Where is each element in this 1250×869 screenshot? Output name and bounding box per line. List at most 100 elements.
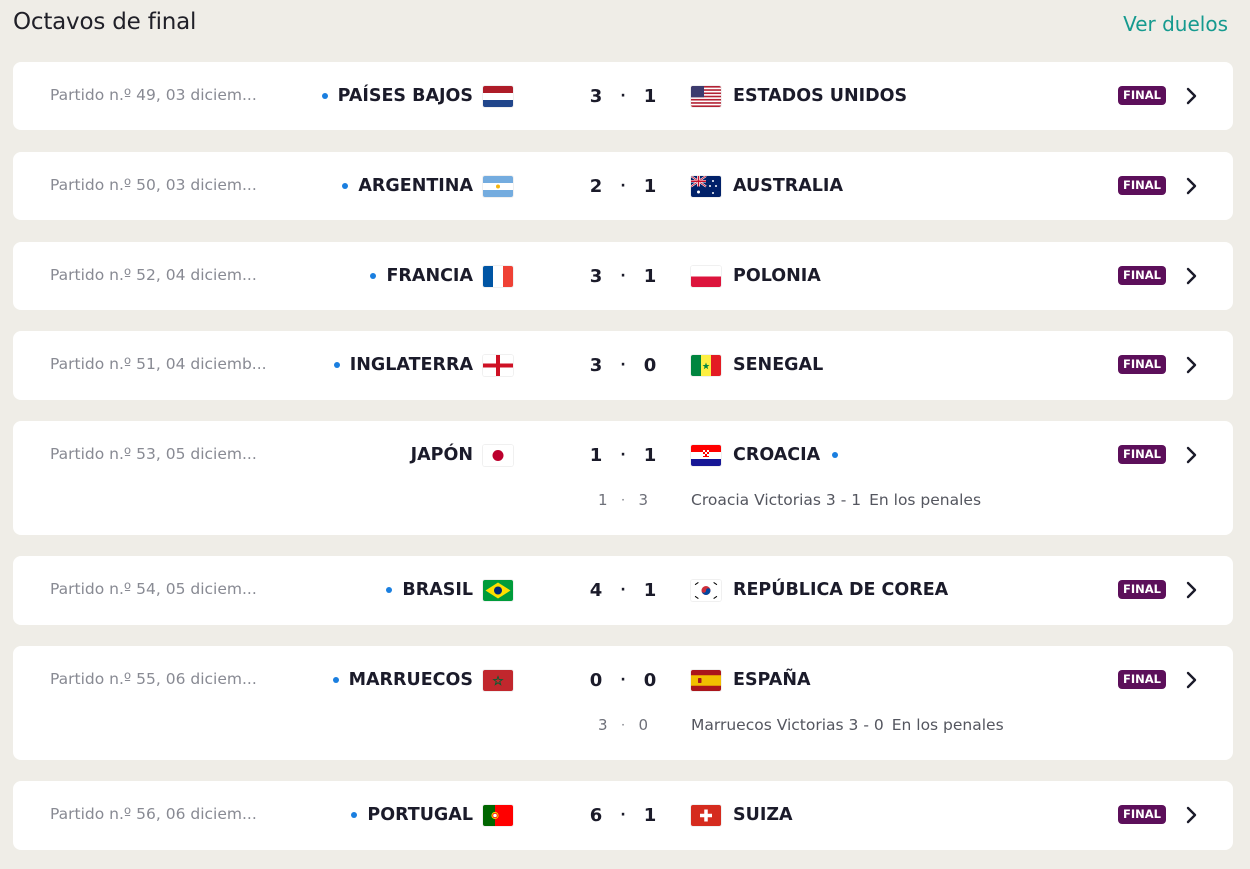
- match-row: Partido n.º 54, 05 diciem... BRASIL 4 · …: [13, 556, 1233, 624]
- spain-flag-icon: [691, 669, 721, 691]
- away-team: SUIZA: [691, 803, 793, 827]
- home-score: 1: [589, 444, 603, 466]
- match-row: Partido n.º 51, 04 diciemb... INGLATERRA…: [13, 331, 1233, 399]
- home-team-name: PORTUGAL: [367, 805, 473, 825]
- away-team: ESTADOS UNIDOS: [691, 84, 907, 108]
- chevron-right-icon[interactable]: [1179, 84, 1203, 108]
- away-team-name: AUSTRALIA: [733, 176, 843, 196]
- chevron-right-icon[interactable]: [1179, 353, 1203, 377]
- winner-dot-icon: [342, 183, 349, 189]
- winner-dot-icon: [333, 362, 340, 368]
- score-separator: ·: [620, 807, 626, 823]
- score-separator: ·: [620, 88, 626, 104]
- korea-flag-icon: [691, 579, 721, 601]
- score-separator: ·: [620, 672, 626, 688]
- home-team: PAÍSES BAJOS: [321, 84, 513, 108]
- match-row: Partido n.º 53, 05 diciem... JAPÓN 1 · 1…: [13, 421, 1233, 509]
- match-card[interactable]: Partido n.º 52, 04 diciem... FRANCIA 3 ·…: [13, 242, 1233, 310]
- match-card[interactable]: Partido n.º 51, 04 diciemb... INGLATERRA…: [13, 331, 1233, 400]
- see-matchups-link[interactable]: Ver duelos: [1123, 12, 1228, 36]
- away-score: 1: [643, 444, 657, 466]
- switzerland-flag-icon: [691, 804, 721, 826]
- match-info: Partido n.º 54, 05 diciem...: [50, 580, 257, 598]
- home-team-name: INGLATERRA: [349, 355, 473, 375]
- section-header: Octavos de final Ver duelos: [0, 0, 1250, 50]
- penalty-note: En los penales: [869, 491, 982, 509]
- score: 2 · 1: [588, 174, 658, 198]
- home-team-name: MARRUECOS: [348, 670, 473, 690]
- score-separator: ·: [620, 268, 626, 284]
- match-info: Partido n.º 53, 05 diciem...: [50, 445, 257, 463]
- away-team-name: REPÚBLICA DE COREA: [733, 580, 949, 600]
- away-team-name: ESPAÑA: [733, 670, 811, 690]
- away-team: POLONIA: [691, 264, 821, 288]
- score: 3 · 1: [588, 264, 658, 288]
- away-team: CROACIA: [691, 443, 839, 467]
- status-badge: FINAL: [1118, 670, 1166, 689]
- match-row: Partido n.º 49, 03 diciem... PAÍSES BAJO…: [13, 62, 1233, 130]
- home-score: 6: [589, 804, 603, 826]
- match-info: Partido n.º 50, 03 diciem...: [50, 176, 257, 194]
- match-card[interactable]: Partido n.º 56, 06 diciem... PORTUGAL 6 …: [13, 781, 1233, 850]
- match-card[interactable]: Partido n.º 53, 05 diciem... JAPÓN 1 · 1…: [13, 421, 1233, 535]
- home-score: 0: [589, 669, 603, 691]
- away-team: AUSTRALIA: [691, 174, 843, 198]
- home-team: FRANCIA: [370, 264, 513, 288]
- score-separator: ·: [620, 447, 626, 463]
- away-team-name: SENEGAL: [733, 355, 824, 375]
- penalty-result-text: Croacia Victorias 3 - 1: [691, 491, 862, 509]
- home-team-name: BRASIL: [402, 580, 473, 600]
- winner-dot-icon: [832, 452, 839, 458]
- home-score: 3: [589, 85, 603, 107]
- match-info: Partido n.º 49, 03 diciem...: [50, 86, 257, 104]
- score: 6 · 1: [588, 803, 658, 827]
- senegal-flag-icon: [691, 354, 721, 376]
- match-row: Partido n.º 55, 06 diciem... MARRUECOS 0…: [13, 646, 1233, 734]
- status-badge: FINAL: [1118, 355, 1166, 374]
- winner-dot-icon: [332, 677, 339, 683]
- penalty-score: 1 · 3: [598, 489, 648, 511]
- match-info: Partido n.º 56, 06 diciem...: [50, 805, 257, 823]
- match-card[interactable]: Partido n.º 49, 03 diciem... PAÍSES BAJO…: [13, 62, 1233, 130]
- chevron-right-icon[interactable]: [1179, 264, 1203, 288]
- match-card[interactable]: Partido n.º 54, 05 diciem... BRASIL 4 · …: [13, 556, 1233, 625]
- home-team-name: PAÍSES BAJOS: [337, 86, 473, 106]
- home-team-name: FRANCIA: [386, 266, 473, 286]
- home-team: BRASIL: [386, 578, 513, 602]
- penalty-result: Croacia Victorias 3 - 1 En los penales: [691, 489, 981, 511]
- penalty-score: 3 · 0: [598, 714, 648, 736]
- match-card[interactable]: Partido n.º 50, 03 diciem... ARGENTINA 2…: [13, 152, 1233, 220]
- match-row: Partido n.º 56, 06 diciem... PORTUGAL 6 …: [13, 781, 1233, 849]
- home-team: ARGENTINA: [342, 174, 513, 198]
- england-flag-icon: [483, 354, 513, 376]
- chevron-right-icon[interactable]: [1179, 578, 1203, 602]
- away-team-name: CROACIA: [733, 445, 821, 465]
- penalty-result-text: Marruecos Victorias 3 - 0: [691, 716, 884, 734]
- status-badge: FINAL: [1118, 805, 1166, 824]
- status-badge: FINAL: [1118, 176, 1166, 195]
- match-card[interactable]: Partido n.º 55, 06 diciem... MARRUECOS 0…: [13, 646, 1233, 760]
- away-penalty-score: 3: [638, 491, 648, 509]
- section-title: Octavos de final: [13, 9, 197, 35]
- france-flag-icon: [483, 265, 513, 287]
- status-badge: FINAL: [1118, 86, 1166, 105]
- away-score: 1: [643, 579, 657, 601]
- score-separator: ·: [620, 582, 626, 598]
- away-score: 1: [643, 265, 657, 287]
- chevron-right-icon[interactable]: [1179, 443, 1203, 467]
- home-team-name: ARGENTINA: [358, 176, 473, 196]
- winner-dot-icon: [321, 93, 328, 99]
- australia-flag-icon: [691, 175, 721, 197]
- status-badge: FINAL: [1118, 445, 1166, 464]
- usa-flag-icon: [691, 85, 721, 107]
- away-team: REPÚBLICA DE COREA: [691, 578, 948, 602]
- match-info: Partido n.º 55, 06 diciem...: [50, 670, 257, 688]
- home-score: 3: [589, 354, 603, 376]
- winner-dot-icon: [351, 812, 358, 818]
- score: 3 · 0: [588, 353, 658, 377]
- croatia-flag-icon: [691, 444, 721, 466]
- portugal-flag-icon: [483, 804, 513, 826]
- chevron-right-icon[interactable]: [1179, 803, 1203, 827]
- chevron-right-icon[interactable]: [1179, 668, 1203, 692]
- chevron-right-icon[interactable]: [1179, 174, 1203, 198]
